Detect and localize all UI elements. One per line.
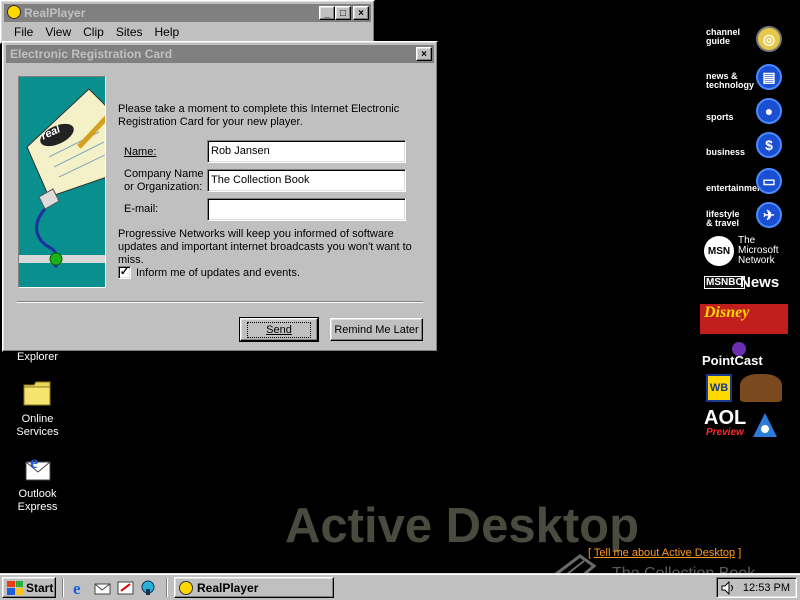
maximize-button[interactable]: □ bbox=[335, 6, 351, 20]
menu-view[interactable]: View bbox=[39, 25, 77, 39]
menu-clip[interactable]: Clip bbox=[77, 25, 110, 39]
channel-entertainment[interactable]: entertainment ▭ bbox=[700, 166, 788, 198]
send-button[interactable]: Send bbox=[239, 317, 319, 342]
magnifier-icon: ◎ bbox=[756, 26, 782, 52]
name-field[interactable]: Rob Jansen bbox=[207, 140, 406, 163]
name-label: Name: bbox=[124, 146, 157, 158]
intro-text: Please take a moment to complete this In… bbox=[118, 103, 400, 128]
explorer-label: Explorer bbox=[17, 351, 58, 363]
dialog-close-button[interactable]: × bbox=[416, 47, 432, 61]
desktop-icon-online-services[interactable]: Online Services bbox=[0, 377, 75, 439]
channel-guide[interactable]: channel guide ◎ bbox=[700, 24, 788, 56]
newspaper-icon: ▤ bbox=[756, 64, 782, 90]
channel-business[interactable]: business $ bbox=[700, 130, 788, 162]
realplayer-app-icon bbox=[179, 581, 193, 595]
msnbc-logo-icon: MSNBC bbox=[704, 276, 745, 289]
email-field[interactable] bbox=[207, 198, 406, 221]
msn-logo-icon: MSN bbox=[704, 236, 734, 266]
ball-icon: ● bbox=[756, 98, 782, 124]
active-desktop-wallpaper-text: Active Desktop bbox=[285, 499, 640, 553]
realplayer-title: RealPlayer bbox=[24, 6, 86, 20]
channel-lifestyle-travel[interactable]: lifestyle & travel ✈ bbox=[700, 200, 788, 232]
dialog-title: Electronic Registration Card bbox=[10, 47, 173, 61]
taskbar-button-realplayer[interactable]: RealPlayer bbox=[174, 577, 334, 598]
folder-icon bbox=[22, 377, 54, 409]
channel-sports[interactable]: sports ● bbox=[700, 96, 788, 128]
channel-pointcast[interactable]: PointCast bbox=[700, 342, 788, 368]
channel-bar: channel guide ◎ news & technology ▤ sports… bbox=[700, 22, 790, 442]
tv-icon: ▭ bbox=[756, 168, 782, 194]
airplane-icon: ✈ bbox=[756, 202, 782, 228]
menu-sites[interactable]: Sites bbox=[110, 25, 149, 39]
taz-character-icon bbox=[740, 374, 782, 402]
taskbar-separator bbox=[166, 578, 168, 597]
aol-triangle-icon bbox=[752, 412, 778, 438]
taskbar: Start e RealPlayer 12:53 PM bbox=[0, 573, 800, 600]
inform-checkbox-label[interactable]: Inform me of updates and events. bbox=[136, 267, 300, 279]
channel-msnbc-news[interactable]: MSNBC News bbox=[700, 274, 788, 306]
registration-card-art bbox=[19, 88, 105, 269]
channel-msn[interactable]: MSN The Microsoft Network bbox=[700, 234, 788, 268]
svg-text:e: e bbox=[30, 452, 38, 472]
dialog-separator bbox=[17, 301, 423, 303]
dollar-icon: $ bbox=[756, 132, 782, 158]
channel-news-technology[interactable]: news & technology ▤ bbox=[700, 62, 788, 94]
windows-logo-icon bbox=[7, 580, 23, 595]
system-tray: 12:53 PM bbox=[716, 577, 797, 598]
outlook-express-icon: e bbox=[22, 452, 54, 484]
realplayer-titlebar[interactable]: RealPlayer _ □ × bbox=[4, 4, 371, 22]
registration-illustration: real bbox=[18, 76, 106, 288]
taskbar-separator bbox=[62, 578, 64, 597]
start-button[interactable]: Start bbox=[2, 577, 56, 598]
volume-speaker-icon[interactable] bbox=[721, 580, 735, 596]
registration-dialog[interactable]: Electronic Registration Card × real Plea… bbox=[2, 41, 438, 352]
show-desktop-quicklaunch-icon[interactable] bbox=[117, 579, 134, 596]
maximize-icon: □ bbox=[339, 7, 347, 19]
channel-disney[interactable]: Disney bbox=[700, 304, 788, 336]
company-field[interactable]: The Collection Book bbox=[207, 169, 406, 192]
menu-file[interactable]: File bbox=[8, 25, 39, 39]
email-label: E-mail: bbox=[124, 203, 159, 215]
company-label: Company Name or Organization: bbox=[124, 168, 204, 193]
clock[interactable]: 12:53 PM bbox=[743, 582, 790, 594]
svg-text:e: e bbox=[73, 579, 81, 596]
close-icon: × bbox=[358, 7, 364, 19]
channel-aol-preview[interactable]: AOL Preview bbox=[700, 408, 788, 440]
close-button[interactable]: × bbox=[353, 6, 369, 20]
updates-note: Progressive Networks will keep you infor… bbox=[118, 228, 412, 266]
wb-shield-icon: WB bbox=[706, 374, 732, 402]
outlook-express-quicklaunch-icon[interactable] bbox=[94, 579, 111, 596]
desktop-icon-explorer[interactable]: Explorer bbox=[0, 351, 75, 364]
menu-help[interactable]: Help bbox=[149, 25, 186, 39]
minimize-icon: _ bbox=[324, 7, 330, 19]
tell-me-about-active-desktop-link[interactable]: Tell me about Active Desktop bbox=[594, 547, 735, 559]
minimize-button[interactable]: _ bbox=[319, 6, 335, 20]
internet-explorer-quicklaunch-icon[interactable]: e bbox=[71, 579, 88, 598]
realplayer-window[interactable]: RealPlayer _ □ × File View Clip Sites He… bbox=[0, 0, 375, 44]
view-channels-quicklaunch-icon[interactable] bbox=[140, 579, 157, 596]
remind-later-button[interactable]: Remind Me Later bbox=[330, 318, 423, 341]
tell-me-link-container: [ Tell me about Active Desktop ] bbox=[588, 547, 742, 559]
dialog-titlebar[interactable]: Electronic Registration Card × bbox=[6, 45, 434, 63]
disney-logo-icon: Disney bbox=[704, 304, 750, 321]
close-icon: × bbox=[421, 48, 427, 60]
inform-checkbox[interactable]: ✓ bbox=[118, 266, 131, 279]
realplayer-menubar: File View Clip Sites Help bbox=[4, 23, 371, 41]
desktop-icon-outlook-express[interactable]: e Outlook Express bbox=[0, 452, 75, 514]
realplayer-app-icon bbox=[7, 5, 21, 19]
channel-warner-bros[interactable]: WB bbox=[700, 372, 788, 404]
